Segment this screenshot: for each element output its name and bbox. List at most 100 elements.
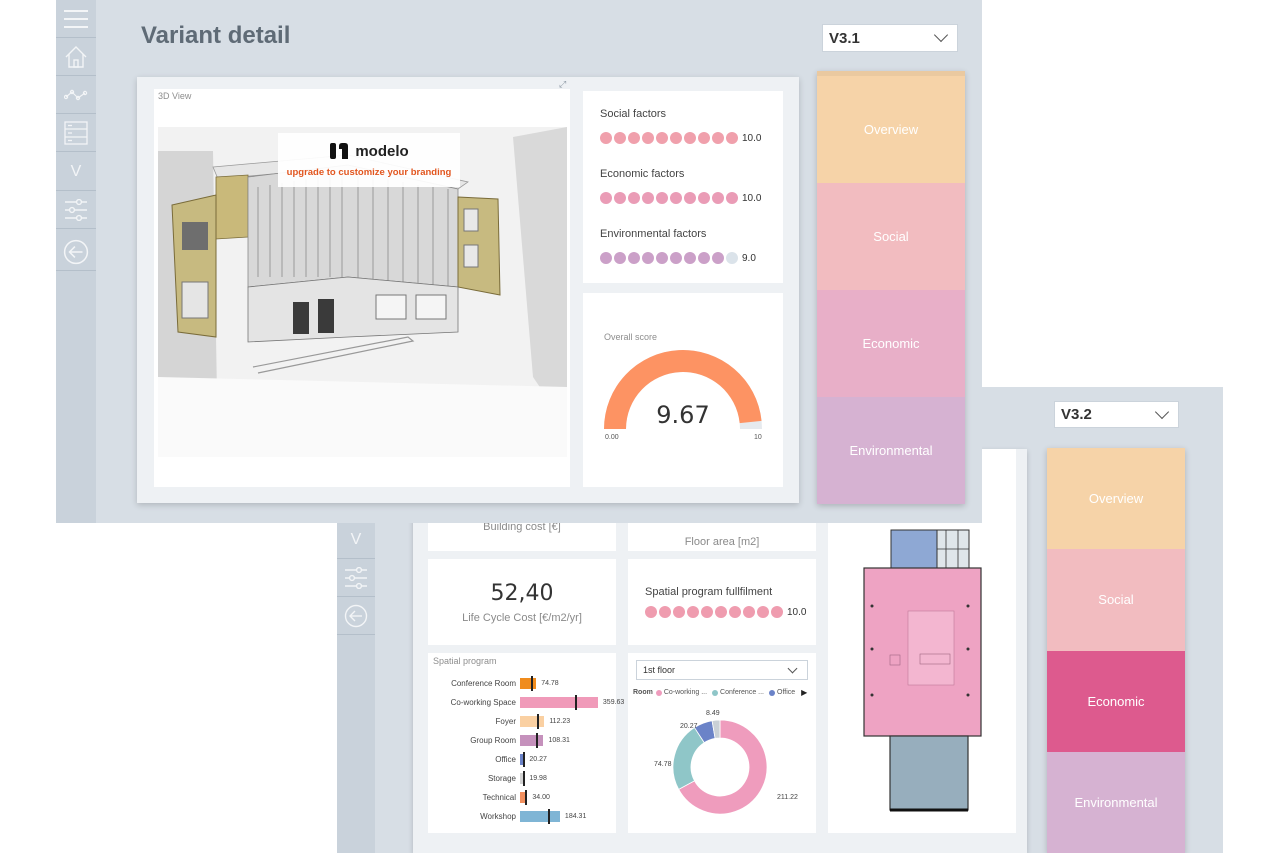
spatial-fulfilment-card: Spatial program fullfilment 10.0 bbox=[628, 559, 816, 645]
rating-dot bbox=[698, 192, 710, 204]
nav-tab-environmental[interactable]: Environmental bbox=[817, 397, 965, 504]
chevron-down-icon bbox=[787, 663, 798, 673]
back-button[interactable] bbox=[56, 233, 96, 271]
spatial-program-row: Foyer 112.23 bbox=[428, 713, 570, 729]
spatial-program-bar bbox=[520, 675, 537, 691]
legend-swatch bbox=[655, 689, 662, 696]
rating-dot bbox=[656, 192, 668, 204]
nav-tab-economic[interactable]: Economic bbox=[1047, 650, 1185, 752]
rating-dot bbox=[726, 192, 738, 204]
rating-dot bbox=[715, 606, 727, 618]
rating-value: 10.0 bbox=[742, 132, 762, 144]
list-button[interactable] bbox=[56, 114, 96, 152]
spatial-program-room-name: Conference Room bbox=[451, 678, 516, 688]
modelo-logo-icon bbox=[330, 143, 349, 159]
spatial-program-value: 359.63 bbox=[602, 698, 625, 706]
rating-dot bbox=[698, 132, 710, 144]
version-select-value: V3.2 bbox=[1061, 406, 1092, 423]
spatial-program-bar bbox=[520, 713, 545, 729]
target-marker bbox=[523, 770, 526, 786]
home-button[interactable] bbox=[56, 38, 96, 76]
version-button[interactable]: V bbox=[337, 521, 375, 559]
spatial-program-value: 184.31 bbox=[564, 812, 587, 820]
rating-dot bbox=[743, 606, 755, 618]
spatial-program-room-name: Workshop bbox=[480, 811, 516, 821]
rating-dot bbox=[670, 192, 682, 204]
rating-dot bbox=[642, 192, 654, 204]
rating-dot bbox=[656, 252, 668, 264]
rating-dot bbox=[757, 606, 769, 618]
target-marker bbox=[531, 675, 534, 691]
economic-factors-dots: 10.0 bbox=[600, 192, 761, 204]
spatial-program-value: 19.98 bbox=[529, 774, 547, 782]
spatial-program-row: Co-working Space 359.63 bbox=[428, 694, 625, 710]
spatial-program-chart: Conference Room 74.78 Co-working Space 359.… bbox=[428, 675, 624, 826]
donut-data-label: 20.27 bbox=[680, 723, 698, 730]
legend-next-icon[interactable]: ▶ bbox=[801, 688, 807, 697]
brand-name: modelo bbox=[355, 142, 409, 160]
spatial-program-bar bbox=[520, 751, 526, 767]
spatial-program-room-name: Storage bbox=[487, 773, 516, 783]
legend-swatch bbox=[769, 689, 775, 696]
filter-button[interactable] bbox=[56, 191, 96, 229]
network-button[interactable] bbox=[56, 76, 96, 114]
spatial-program-room-name: Office bbox=[495, 754, 516, 764]
nav-tab-overview[interactable]: Overview bbox=[1047, 448, 1185, 550]
upgrade-link[interactable]: upgrade to customize your branding bbox=[278, 167, 460, 178]
back-arrow-icon bbox=[63, 239, 89, 264]
rating-dot bbox=[600, 192, 612, 204]
legend-item[interactable]: Conference ... bbox=[712, 689, 764, 696]
filter-icon bbox=[345, 566, 367, 589]
version-select[interactable]: V3.1 bbox=[822, 24, 958, 52]
spatial-program-row: Office 20.27 bbox=[428, 751, 547, 767]
donut-slice[interactable] bbox=[672, 726, 705, 790]
nav-tab-overview[interactable]: Overview bbox=[817, 76, 965, 183]
filter-button[interactable] bbox=[337, 559, 375, 597]
target-marker bbox=[537, 713, 540, 729]
nav-tab-environmental[interactable]: Environmental bbox=[1047, 751, 1185, 853]
life-cycle-cost-value: 52,40 bbox=[490, 581, 554, 606]
variant-window-front: V Variant detail V3.1 ⤢ 3D View modelo u… bbox=[56, 0, 982, 523]
rating-dot bbox=[645, 606, 657, 618]
rating-dot bbox=[659, 606, 671, 618]
spatial-program-bar bbox=[520, 694, 598, 710]
nav-tab-social[interactable]: Social bbox=[817, 183, 965, 290]
rating-value: 9.0 bbox=[742, 252, 756, 264]
spatial-program-value: 74.78 bbox=[541, 679, 559, 687]
legend-label: Conference ... bbox=[720, 689, 764, 696]
rating-dot bbox=[628, 252, 640, 264]
target-marker bbox=[574, 694, 577, 710]
floor-select[interactable]: 1st floor bbox=[636, 660, 808, 680]
branding-overlay: modelo upgrade to customize your brandin… bbox=[278, 133, 460, 187]
room-legend-title: Room bbox=[633, 689, 653, 696]
rating-dot bbox=[614, 252, 626, 264]
legend-item[interactable]: Office bbox=[769, 689, 795, 696]
report-canvas: ⤢ 3D View modelo upgrade to customize yo… bbox=[137, 77, 799, 503]
life-cycle-cost-label: Life Cycle Cost [€/m2/yr] bbox=[462, 612, 582, 624]
rating-dot bbox=[670, 252, 682, 264]
spatial-program-room-name: Co-working Space bbox=[450, 697, 516, 707]
menu-button[interactable] bbox=[56, 0, 96, 38]
spatial-program-bar bbox=[520, 789, 528, 805]
version-button[interactable]: V bbox=[56, 153, 96, 191]
target-marker bbox=[523, 751, 526, 767]
gauge-min-label: 0.00 bbox=[605, 434, 619, 441]
rating-value: 10.0 bbox=[742, 192, 762, 204]
rating-dot bbox=[684, 132, 696, 144]
nav-tab-social[interactable]: Social bbox=[1047, 549, 1185, 651]
rating-dot bbox=[726, 132, 738, 144]
legend-item[interactable]: Co-working ... bbox=[655, 689, 707, 696]
rating-dot bbox=[656, 132, 668, 144]
rating-dot bbox=[771, 606, 783, 618]
back-button[interactable] bbox=[337, 597, 375, 635]
rating-dot bbox=[642, 132, 654, 144]
version-select-value: V3.1 bbox=[829, 29, 860, 47]
version-select[interactable]: V3.2 bbox=[1054, 401, 1179, 428]
filter-icon bbox=[65, 198, 87, 221]
nav-tab-economic[interactable]: Economic bbox=[817, 290, 965, 397]
rating-dot bbox=[670, 132, 682, 144]
rating-dot bbox=[687, 606, 699, 618]
spatial-fulfilment-label: Spatial program fullfilment bbox=[645, 586, 773, 598]
list-icon bbox=[64, 120, 88, 145]
side-rail: V bbox=[56, 0, 96, 523]
